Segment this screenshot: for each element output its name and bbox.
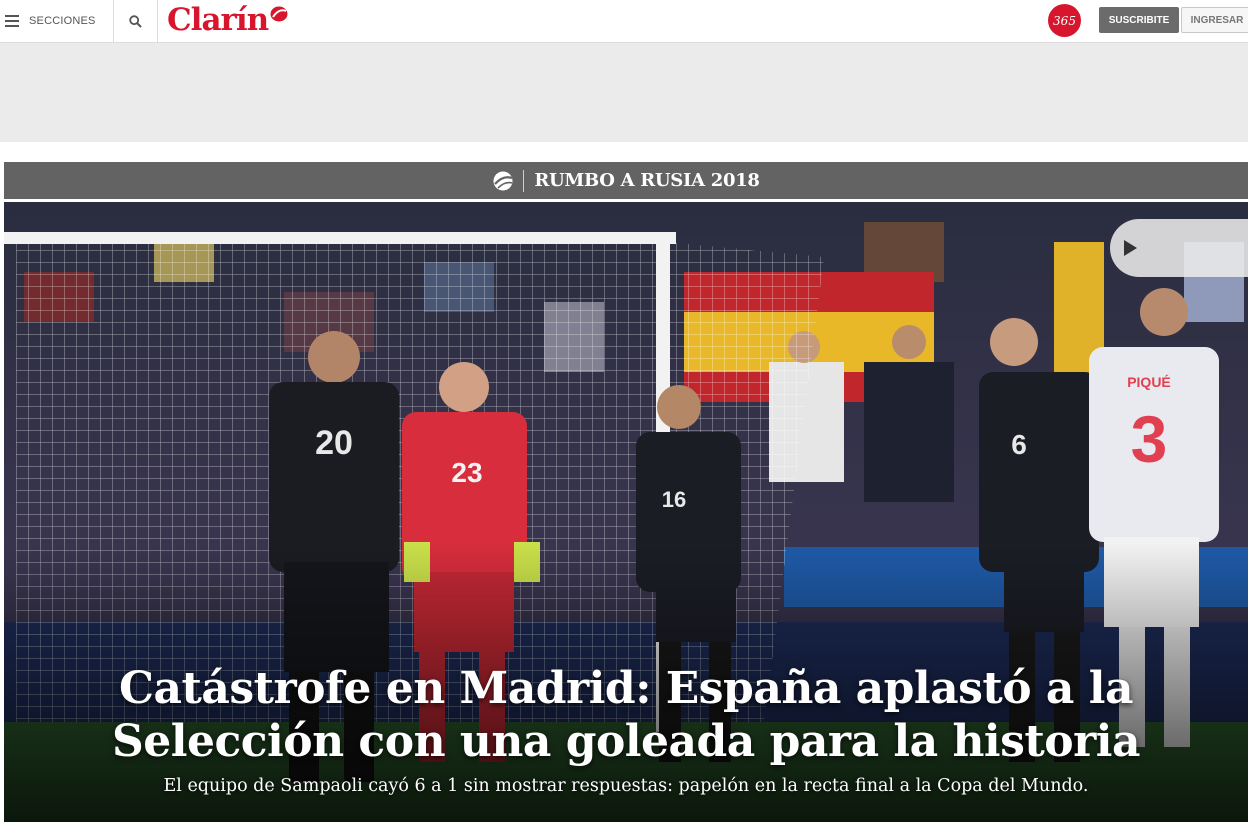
search-icon <box>129 14 142 28</box>
ball-icon <box>493 171 513 190</box>
logo-text: Clarín <box>167 2 269 38</box>
play-icon <box>1124 240 1137 256</box>
article-headline[interactable]: Catástrofe en Madrid: España aplastó a l… <box>4 662 1248 768</box>
jersey-number-23: 23 <box>451 457 482 488</box>
clarin-logo[interactable]: Clarín <box>167 2 289 38</box>
section-divider <box>523 169 525 192</box>
clarin-365-badge[interactable]: 365 <box>1048 4 1081 37</box>
headline-line-1: Catástrofe en Madrid: España aplastó a l… <box>119 663 1133 714</box>
login-button[interactable]: INGRESAR <box>1181 7 1248 33</box>
hamburger-icon <box>5 15 19 27</box>
logo-mark-icon <box>270 6 288 22</box>
search-button[interactable] <box>114 0 158 42</box>
jersey-number-3: 3 <box>1131 402 1168 476</box>
section-title: RUMBO A RUSIA 2018 <box>534 170 760 191</box>
sections-menu-button[interactable]: SECCIONES <box>0 0 114 42</box>
headline-line-2: Selección con una goleada para la histor… <box>112 716 1141 767</box>
jersey-number-20: 20 <box>315 424 353 462</box>
article-subheadline: El equipo de Sampaoli cayó 6 a 1 sin mos… <box>163 776 1089 796</box>
hero-article[interactable]: 20 23 16 6 PIQUÉ 3 Catástrofe en Madrid:… <box>4 202 1248 822</box>
sections-label: SECCIONES <box>29 15 96 27</box>
section-banner[interactable]: RUMBO A RUSIA 2018 <box>4 162 1248 199</box>
subscribe-button[interactable]: SUSCRIBITE <box>1099 7 1179 33</box>
jersey-number-6: 6 <box>1011 429 1027 460</box>
top-navigation-bar: SECCIONES Clarín 365 SUSCRIBITE INGRESAR <box>0 0 1248 43</box>
jersey-number-16: 16 <box>662 487 686 512</box>
jersey-name-pique: PIQUÉ <box>1127 374 1171 390</box>
video-play-button[interactable] <box>1110 219 1248 277</box>
ad-banner-placeholder <box>0 43 1248 142</box>
